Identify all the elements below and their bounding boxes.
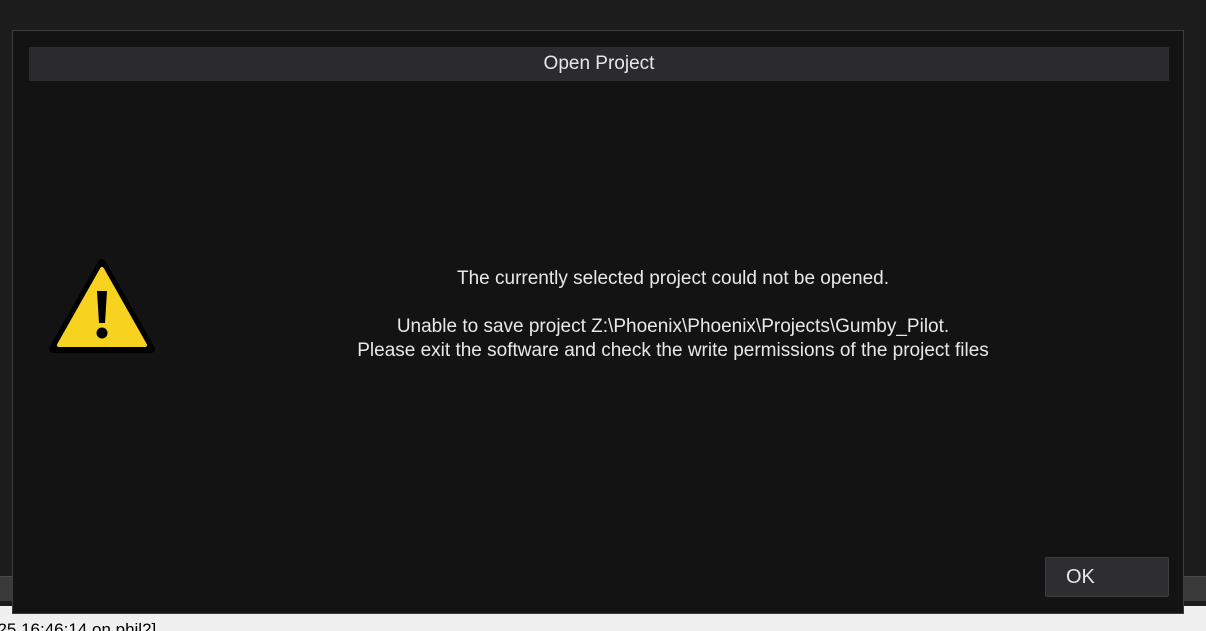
background-toolbar-left: [0, 576, 12, 601]
background-toolbar-right: [1184, 576, 1206, 601]
message-line-2: Unable to save project Z:\Phoenix\Phoeni…: [396, 316, 950, 337]
ok-button[interactable]: OK: [1045, 557, 1169, 597]
background-status-text: 025 16:46:14 on phil2]: [0, 620, 157, 631]
dialog-message: The currently selected project could not…: [173, 267, 1173, 363]
open-project-dialog: Open Project The currently selected proj…: [12, 30, 1184, 614]
dialog-title: Open Project: [29, 47, 1169, 81]
warning-icon: [49, 259, 155, 355]
message-line-1: The currently selected project could not…: [457, 268, 889, 289]
message-line-3: Please exit the software and check the w…: [357, 340, 989, 361]
